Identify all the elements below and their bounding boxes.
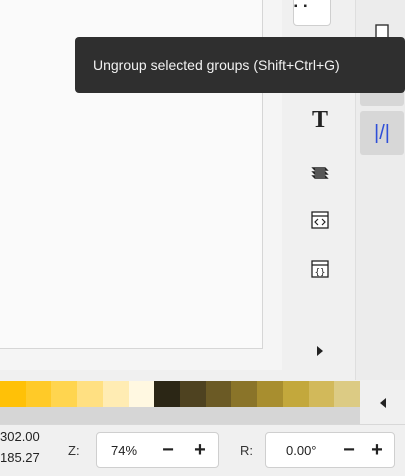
palette-swatch[interactable] [102,381,129,407]
cursor-x-coordinate: 302.00 [0,429,40,444]
cursor-y-coordinate: 185.27 [0,450,40,465]
palette-scrollbar[interactable] [0,407,360,424]
object-properties-button[interactable]: {} [302,252,338,286]
palette-menu-button[interactable] [360,381,405,424]
layers-icon [311,167,329,179]
palette-swatch[interactable] [282,381,309,407]
zoom-out-button[interactable]: − [157,439,179,461]
palette-swatch[interactable] [257,381,283,407]
status-bar: 302.00 185.27 Z: 74% − + R: 0.00° − + [0,424,405,476]
palette-swatch[interactable] [231,381,258,407]
zoom-field[interactable]: 74% − + [96,432,219,468]
rotation-field[interactable]: 0.00° − + [265,432,395,468]
zoom-value: 74% [111,443,138,458]
palette-swatch[interactable] [51,381,78,407]
palette-swatch[interactable] [0,381,26,407]
palette-swatch[interactable] [180,381,206,407]
svg-text:{}: {} [315,268,326,278]
xml-editor-icon [311,211,329,229]
guide-snap-icon: |/| [374,121,390,144]
rotation-value: 0.00° [286,443,317,458]
palette-swatch[interactable] [77,381,103,407]
palette-swatch[interactable] [128,381,155,407]
layers-button[interactable] [302,156,338,190]
rotate-ccw-button[interactable]: − [338,439,360,461]
snap-guide-button[interactable]: |/| [360,111,404,155]
color-palette [0,381,361,407]
tooltip-text: Ungroup selected groups (Shift+Ctrl+G) [93,57,340,73]
chevron-left-icon [379,397,386,408]
ungroup-button[interactable]: ▪▪ [293,0,331,26]
zoom-label: Z: [68,443,80,458]
rotation-label: R: [240,443,253,458]
palette-swatch[interactable] [308,381,335,407]
text-tool-icon: T [311,106,328,133]
palette-swatch[interactable] [205,381,232,407]
more-tools-arrow-icon [317,346,323,356]
palette-swatch[interactable] [154,381,181,407]
more-tools-button[interactable] [302,334,338,368]
rotate-cw-button[interactable]: + [366,439,388,461]
zoom-in-button[interactable]: + [189,439,211,461]
xml-editor-button[interactable] [302,203,338,237]
text-tool-button[interactable]: T [302,103,338,137]
palette-swatch[interactable] [25,381,52,407]
object-properties-icon: {} [311,260,329,278]
tooltip: Ungroup selected groups (Shift+Ctrl+G) [75,37,405,93]
palette-swatch[interactable] [334,381,361,407]
ungroup-icon: ▪▪ [294,1,314,12]
